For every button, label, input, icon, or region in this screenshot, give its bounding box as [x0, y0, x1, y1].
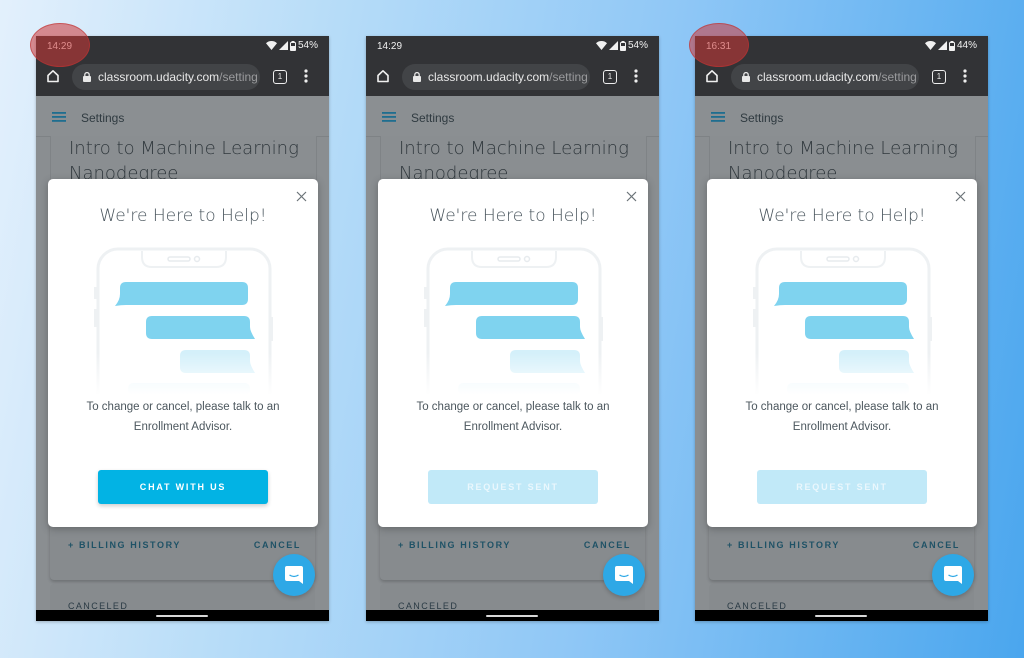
home-gesture-pill[interactable] — [156, 615, 208, 617]
modal-message-line-1: To change or cancel, please talk to an — [86, 401, 280, 413]
lock-icon — [413, 72, 421, 82]
url-path: /setting — [219, 70, 258, 84]
url-host: classroom.udacity.com — [98, 70, 220, 84]
modal-message: To change or cancel, please talk to an E… — [48, 397, 318, 437]
tab-switcher-button[interactable]: 1 — [603, 70, 617, 84]
chat-bubble-icon — [285, 566, 303, 584]
battery-icon — [619, 40, 626, 51]
cancel-link[interactable]: CANCEL — [913, 540, 960, 550]
wifi-icon — [265, 41, 277, 50]
url-host: classroom.udacity.com — [757, 70, 879, 84]
battery-percent: 44% — [956, 40, 977, 51]
app-header: Settings — [695, 96, 988, 137]
modal-message-line-2: Enrollment Advisor. — [792, 421, 892, 433]
wifi-icon — [924, 41, 936, 50]
close-icon[interactable] — [626, 191, 637, 202]
time-highlight-marker — [30, 23, 90, 67]
home-gesture-pill[interactable] — [486, 615, 538, 617]
modal-message-line-1: To change or cancel, please talk to an — [416, 401, 610, 413]
phone-screenshot: 14:29 54% classroom.udacity.com/setting … — [36, 36, 329, 621]
url-field[interactable]: classroom.udacity.com/setting — [72, 64, 260, 90]
android-nav-bar — [695, 610, 988, 621]
billing-history-link[interactable]: + BILLING HISTORY — [727, 540, 840, 550]
help-modal: We're Here to Help! To change or cancel,… — [378, 179, 648, 527]
home-icon[interactable] — [46, 69, 60, 83]
request-sent-button[interactable]: REQUEST SENT — [428, 470, 598, 504]
chat-phone-illustration — [88, 245, 278, 395]
close-icon[interactable] — [296, 191, 307, 202]
phone-screenshot: 14:29 54% classroom.udacity.com/setting … — [366, 36, 659, 621]
battery-percent: 54% — [297, 40, 318, 51]
more-vert-icon[interactable] — [304, 69, 308, 83]
app-header: Settings — [36, 96, 329, 137]
help-modal: We're Here to Help! To change or cancel,… — [48, 179, 318, 527]
page-title: Settings — [740, 111, 784, 125]
chat-with-us-button[interactable]: CHAT WITH US — [98, 470, 268, 504]
wifi-icon — [595, 41, 607, 50]
page-title: Settings — [81, 111, 125, 125]
home-icon[interactable] — [376, 69, 390, 83]
battery-icon — [948, 40, 955, 51]
chat-fab-button[interactable] — [603, 554, 645, 596]
cell-signal-icon — [937, 41, 947, 50]
url-field[interactable]: classroom.udacity.com/setting — [402, 64, 590, 90]
cancel-link[interactable]: CANCEL — [254, 540, 301, 550]
modal-title: We're Here to Help! — [99, 206, 267, 226]
lock-icon — [83, 72, 91, 82]
modal-title: We're Here to Help! — [758, 206, 926, 226]
billing-history-link[interactable]: + BILLING HISTORY — [398, 540, 511, 550]
hamburger-menu-icon[interactable] — [52, 112, 66, 122]
android-nav-bar — [36, 610, 329, 621]
browser-toolbar: classroom.udacity.com/setting 1 — [695, 58, 988, 96]
more-vert-icon[interactable] — [634, 69, 638, 83]
battery-icon — [289, 40, 296, 51]
android-nav-bar — [366, 610, 659, 621]
chat-phone-illustration — [747, 245, 937, 395]
modal-message: To change or cancel, please talk to an E… — [707, 397, 977, 437]
time-highlight-marker — [689, 23, 749, 67]
status-bar: 14:29 54% — [366, 36, 659, 58]
modal-message-line-1: To change or cancel, please talk to an — [745, 401, 939, 413]
page-title: Settings — [411, 111, 455, 125]
browser-toolbar: classroom.udacity.com/setting 1 — [366, 58, 659, 96]
home-gesture-pill[interactable] — [815, 615, 867, 617]
cell-signal-icon — [608, 41, 618, 50]
modal-message-line-2: Enrollment Advisor. — [463, 421, 563, 433]
chat-fab-button[interactable] — [932, 554, 974, 596]
chat-bubble-icon — [944, 566, 962, 584]
app-header: Settings — [366, 96, 659, 137]
url-path: /setting — [878, 70, 917, 84]
hamburger-menu-icon[interactable] — [711, 112, 725, 122]
url-field[interactable]: classroom.udacity.com/setting — [731, 64, 919, 90]
tab-switcher-button[interactable]: 1 — [932, 70, 946, 84]
modal-message-line-2: Enrollment Advisor. — [133, 421, 233, 433]
url-host: classroom.udacity.com — [428, 70, 550, 84]
modal-message: To change or cancel, please talk to an E… — [378, 397, 648, 437]
chat-bubble-icon — [615, 566, 633, 584]
close-icon[interactable] — [955, 191, 966, 202]
request-sent-button[interactable]: REQUEST SENT — [757, 470, 927, 504]
lock-icon — [742, 72, 750, 82]
hamburger-menu-icon[interactable] — [382, 112, 396, 122]
modal-title: We're Here to Help! — [429, 206, 597, 226]
browser-toolbar: classroom.udacity.com/setting 1 — [36, 58, 329, 96]
more-vert-icon[interactable] — [963, 69, 967, 83]
chat-fab-button[interactable] — [273, 554, 315, 596]
billing-history-link[interactable]: + BILLING HISTORY — [68, 540, 181, 550]
phone-screenshot: 16:31 44% classroom.udacity.com/setting … — [695, 36, 988, 621]
cancel-link[interactable]: CANCEL — [584, 540, 631, 550]
tab-switcher-button[interactable]: 1 — [273, 70, 287, 84]
url-path: /setting — [549, 70, 588, 84]
chat-phone-illustration — [418, 245, 608, 395]
battery-percent: 54% — [627, 40, 648, 51]
cell-signal-icon — [278, 41, 288, 50]
status-time: 14:29 — [377, 41, 403, 52]
home-icon[interactable] — [705, 69, 719, 83]
help-modal: We're Here to Help! To change or cancel,… — [707, 179, 977, 527]
